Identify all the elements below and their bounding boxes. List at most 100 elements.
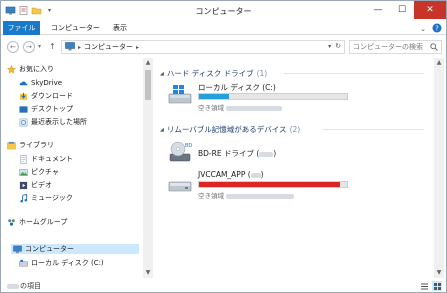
drive-local-disk[interactable]: ローカル ディスク (C:) 空き領域 — [168, 82, 388, 112]
drive-usage-bar — [198, 181, 348, 188]
pictures-icon — [19, 168, 28, 177]
group-count: (2) — [289, 125, 301, 134]
windows-drive-icon — [168, 84, 192, 108]
details-view-icon[interactable] — [419, 281, 429, 291]
nav-libraries[interactable]: ライブラリ — [7, 140, 54, 150]
free-space-label: 空き領域 — [198, 192, 224, 200]
ribbon-right: ⌄ ? — [420, 23, 442, 35]
nav-item-desktop[interactable]: デスクトップ — [19, 104, 73, 114]
redacted-value — [250, 172, 261, 178]
star-icon — [7, 64, 16, 74]
nav-item-label: ローカル ディスク (C:) — [31, 259, 104, 267]
nav-item-label: 最近表示した場所 — [31, 118, 87, 126]
scroll-up-icon[interactable]: ▲ — [434, 58, 444, 68]
svg-text:?: ? — [435, 25, 439, 33]
help-icon[interactable]: ? — [432, 23, 442, 35]
item-count: の項目 — [20, 282, 41, 290]
drive-bd-re[interactable]: BD BD-RE ドライブ () — [168, 140, 388, 166]
nav-homegroup-label: ホームグループ — [19, 218, 68, 226]
redacted-value — [259, 151, 274, 157]
drive-name-text: BD-RE ドライブ ( — [198, 149, 260, 158]
tab-view[interactable]: 表示 — [107, 21, 133, 35]
library-icon — [7, 141, 16, 150]
expand-ribbon-icon[interactable]: ⌄ — [420, 25, 426, 33]
nav-homegroup[interactable]: ホームグループ — [7, 217, 67, 227]
group-collapse-icon[interactable]: ◢ — [160, 71, 164, 77]
nav-item-local-disk[interactable]: ローカル ディスク (C:) — [19, 258, 104, 268]
redacted-value — [226, 105, 283, 111]
nav-item-label: ダウンロード — [31, 92, 73, 100]
music-icon — [19, 193, 28, 203]
drive-usage-fill — [199, 182, 340, 187]
search-placeholder: コンピューターの検索 — [353, 43, 423, 51]
nav-item-pictures[interactable]: ピクチャ — [19, 167, 59, 177]
nav-item-downloads[interactable]: ダウンロード — [19, 91, 73, 101]
nav-item-documents[interactable]: ドキュメント — [19, 154, 73, 164]
nav-item-label: ビデオ — [31, 181, 52, 189]
breadcrumb-separator-2[interactable]: ▸ — [136, 44, 139, 51]
drive-name-end: ) — [273, 149, 277, 158]
drive-free-space: 空き領域 — [198, 190, 295, 200]
nav-item-videos[interactable]: ビデオ — [19, 180, 52, 190]
tab-computer[interactable]: コンピューター — [45, 21, 106, 35]
drive-jvccam[interactable]: JVCCAM_APP () 空き領域 — [168, 170, 388, 200]
address-dropdown-icon[interactable]: ▾ — [328, 43, 331, 50]
computer-icon — [65, 41, 75, 53]
scroll-down-icon[interactable]: ▼ — [143, 268, 153, 278]
nav-computer-label: コンピューター — [25, 245, 74, 253]
address-bar[interactable]: ▸ コンピューター ▸ ▾ ↻ — [61, 40, 345, 54]
group-label: リムーバブル記憶域があるデバイス — [166, 125, 287, 134]
nav-item-label: SkyDrive — [31, 79, 63, 87]
content-scrollbar[interactable]: ▲ ▼ — [434, 58, 444, 278]
nav-item-label: デスクトップ — [31, 105, 73, 113]
redacted-value — [7, 283, 19, 289]
group-label: ハード ディスク ドライブ — [166, 69, 254, 78]
window-controls: — ☐ ✕ — [366, 1, 446, 19]
search-input[interactable]: コンピューターの検索 — [349, 40, 442, 54]
nav-scroll-thumb[interactable] — [145, 70, 151, 100]
nav-item-recent-places[interactable]: 最近表示した場所 — [19, 117, 87, 127]
scroll-up-icon[interactable]: ▲ — [143, 58, 153, 68]
drive-usage-bar — [198, 93, 348, 100]
nav-item-music[interactable]: ミュージック — [19, 193, 73, 203]
nav-computer[interactable]: コンピューター — [11, 244, 139, 254]
drive-name: BD-RE ドライブ () — [198, 148, 276, 159]
desktop-icon — [19, 105, 28, 114]
nav-item-skydrive[interactable]: SkyDrive — [19, 78, 62, 88]
title-bar: ▾ コンピューター — ☐ ✕ — [1, 1, 446, 21]
breadcrumb-separator[interactable]: ▸ — [78, 44, 81, 51]
tab-file[interactable]: ファイル — [3, 21, 40, 35]
nav-favorites[interactable]: お気に入り — [7, 64, 54, 74]
computer-icon — [13, 245, 22, 254]
skydrive-icon — [19, 79, 28, 88]
up-button[interactable]: ↑ — [49, 42, 56, 51]
recent-locations-icon[interactable]: ▾ — [38, 43, 41, 50]
close-button[interactable]: ✕ — [414, 1, 446, 19]
svg-text:BD: BD — [185, 143, 192, 149]
drive-name: JVCCAM_APP () — [198, 170, 264, 179]
search-icon[interactable] — [430, 43, 438, 53]
drive-usage-fill — [199, 94, 229, 99]
ribbon: ファイル コンピューター 表示 ⌄ ? — [1, 21, 446, 35]
minimize-button[interactable]: — — [366, 1, 390, 19]
forward-button[interactable]: → — [23, 41, 35, 53]
breadcrumb-computer[interactable]: コンピューター — [84, 42, 133, 52]
group-hard-disk[interactable]: ◢ ハード ディスク ドライブ (1) — [160, 68, 267, 79]
redacted-value — [226, 193, 295, 199]
content-pane: ◢ ハード ディスク ドライブ (1) ローカル ディスク (C:) 空き領域 … — [154, 58, 444, 278]
maximize-button[interactable]: ☐ — [390, 1, 414, 19]
nav-item-label: ピクチャ — [31, 168, 59, 176]
back-button[interactable]: ← — [7, 41, 19, 53]
address-row: ← → ▾ ↑ ▸ コンピューター ▸ ▾ ↻ コンピューターの検索 — [1, 37, 446, 57]
videos-icon — [19, 181, 28, 190]
scroll-down-icon[interactable]: ▼ — [434, 268, 444, 278]
group-collapse-icon[interactable]: ◢ — [160, 127, 164, 133]
large-icons-view-icon[interactable] — [432, 281, 442, 291]
refresh-button[interactable]: ↻ — [335, 42, 341, 50]
documents-icon — [19, 154, 28, 164]
free-space-label: 空き領域 — [198, 104, 224, 112]
nav-scrollbar[interactable]: ▲ ▼ — [143, 58, 153, 278]
group-count: (1) — [256, 69, 268, 78]
download-icon — [19, 92, 28, 101]
group-removable[interactable]: ◢ リムーバブル記憶域があるデバイス (2) — [160, 124, 300, 135]
